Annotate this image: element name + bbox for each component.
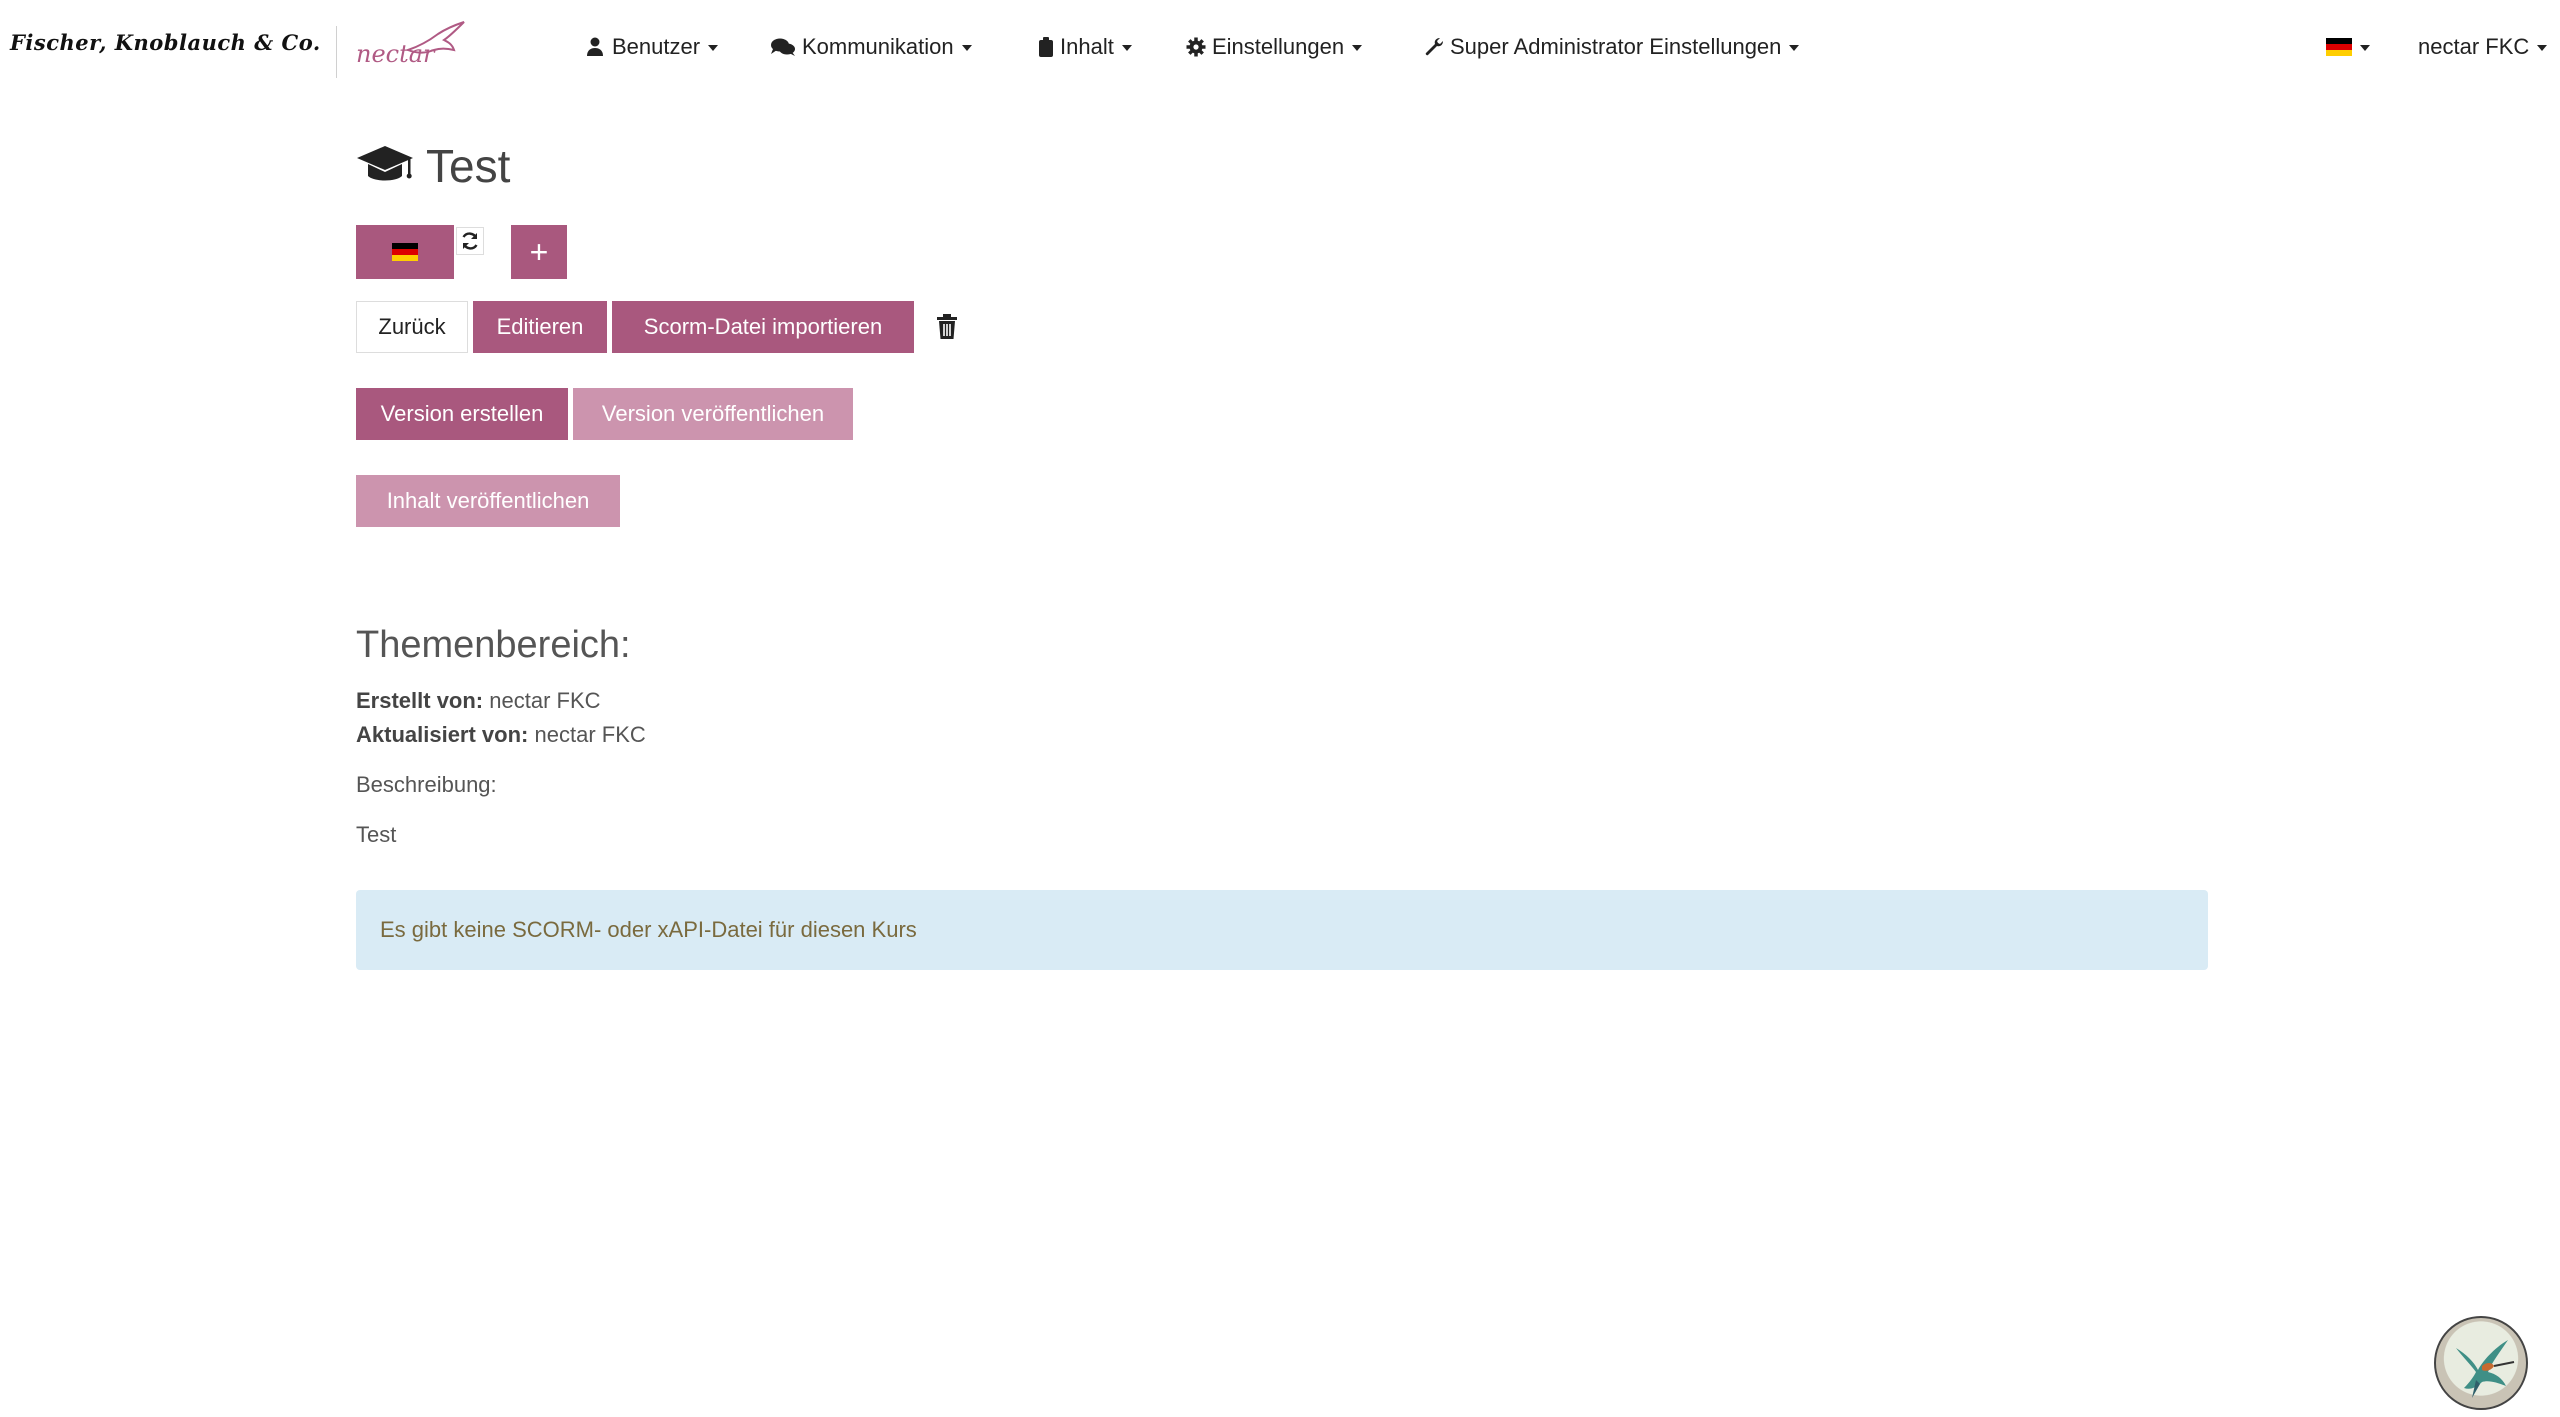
create-version-button[interactable]: Version erstellen [356,388,568,440]
created-by-label: Erstellt von: [356,688,484,713]
user-menu-label: nectar FKC [2418,34,2530,59]
page-title: Test [356,136,510,196]
publish-content-button[interactable]: Inhalt veröffentlichen [356,475,620,527]
add-language-button[interactable]: + [511,225,567,279]
clipboard-icon [1038,37,1054,57]
nav-einstellungen-label: Einstellungen [1212,34,1345,59]
updated-by-value: nectar FKC [534,722,646,747]
section-title: Themenbereich: [356,624,631,666]
trash-icon[interactable] [936,314,958,340]
language-tab-german[interactable] [356,225,454,279]
chatbot-avatar[interactable] [2434,1316,2528,1410]
caret-down-icon [708,45,719,51]
refresh-icon [462,232,478,250]
no-scorm-file-alert: Es gibt keine SCORM- oder xAPI-Datei für… [356,890,2208,970]
import-scorm-button[interactable]: Scorm-Datei importieren [612,301,914,353]
brand-divider [336,26,337,78]
nav-benutzer[interactable]: Benutzer [586,30,719,64]
language-selector[interactable] [2326,30,2370,64]
nav-einstellungen[interactable]: Einstellungen [1186,30,1363,64]
caret-down-icon [2537,45,2548,51]
hummingbird-icon [405,21,465,54]
caret-down-icon [1789,45,1800,51]
created-by-value: nectar FKC [489,688,601,713]
top-navbar: Fischer, Knoblauch & Co. nectar Benutzer… [0,0,2560,94]
nav-inhalt[interactable]: Inhalt [1038,30,1132,64]
nav-kommunikation-label: Kommunikation [802,34,954,59]
publish-version-button[interactable]: Version veröffentlichen [573,388,853,440]
nectar-logo[interactable]: nectar [352,20,472,76]
user-menu[interactable]: nectar FKC [2418,30,2548,64]
german-flag-icon [392,243,418,261]
nav-super-admin-label: Super Administrator Einstellungen [1450,34,1782,59]
wrench-icon [1424,37,1444,57]
nav-benutzer-label: Benutzer [612,34,701,59]
graduation-cap-icon [356,144,414,188]
caret-down-icon [1121,45,1132,51]
caret-down-icon [961,45,972,51]
back-button[interactable]: Zurück [356,301,468,353]
description-label: Beschreibung: [356,772,497,797]
user-icon [586,37,606,57]
updated-by-label: Aktualisiert von: [356,722,529,747]
nav-inhalt-label: Inhalt [1060,34,1114,59]
brand-logo-text[interactable]: Fischer, Knoblauch & Co. [10,30,321,55]
gear-icon [1186,37,1206,57]
created-by-row: Erstellt von: nectar FKC [356,688,601,714]
nav-kommunikation[interactable]: Kommunikation [770,30,972,64]
caret-down-icon [1352,45,1363,51]
hummingbird-icon [2456,1340,2515,1398]
edit-button[interactable]: Editieren [473,301,607,353]
nav-super-admin-einstellungen[interactable]: Super Administrator Einstellungen [1424,30,1800,64]
page-title-text: Test [426,140,511,192]
alert-text: Es gibt keine SCORM- oder xAPI-Datei für… [380,917,917,942]
comments-icon [770,37,796,57]
description-value: Test [356,822,397,847]
updated-by-row: Aktualisiert von: nectar FKC [356,722,646,748]
german-flag-icon [2326,38,2352,56]
caret-down-icon [2360,45,2370,51]
refresh-translation-button[interactable] [456,227,484,255]
